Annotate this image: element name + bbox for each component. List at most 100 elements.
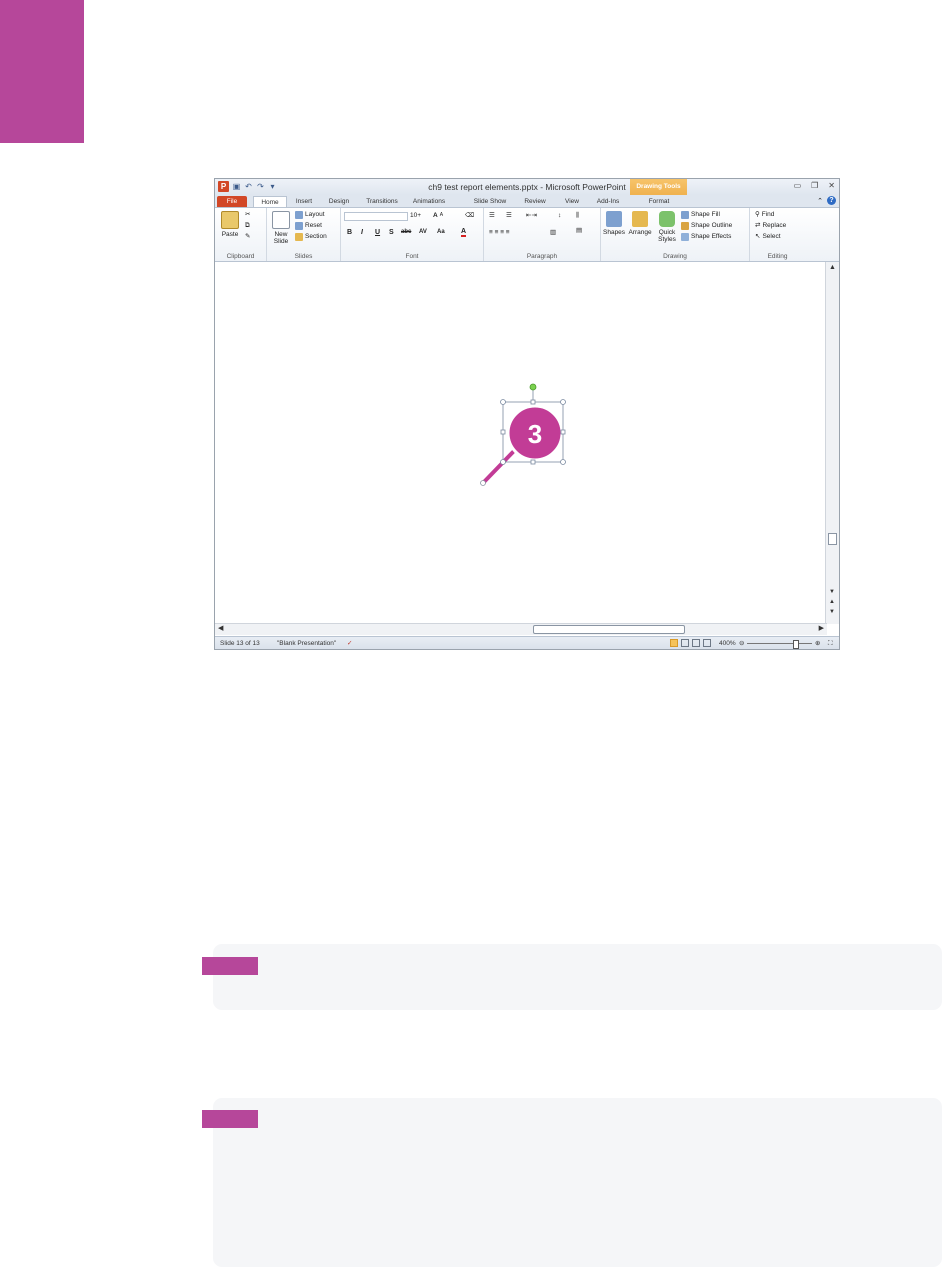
tab-transitions[interactable]: Transitions <box>361 196 403 207</box>
fit-to-window-icon[interactable]: ⛶ <box>828 637 833 649</box>
tab-file[interactable]: File <box>217 196 247 207</box>
font-color-button[interactable]: A <box>461 228 467 237</box>
tab-slide-show[interactable]: Slide Show <box>470 196 510 207</box>
bullets-button[interactable]: ☰ <box>489 211 495 220</box>
next-slide-icon[interactable]: ▼ <box>829 608 835 616</box>
zoom-slider-knob[interactable] <box>793 640 799 649</box>
zoom-level[interactable]: 400% <box>719 637 736 649</box>
bold-button[interactable]: B <box>347 229 352 236</box>
shape-effects-label: Shape Effects <box>691 233 732 240</box>
slide-sorter-view-icon[interactable] <box>681 639 689 647</box>
horizontal-scrollbar[interactable]: ◀ ▶ <box>215 623 827 635</box>
horizontal-scroll-thumb[interactable] <box>533 625 685 634</box>
find-button[interactable]: ⚲ Find <box>755 210 774 219</box>
quick-styles-label: Quick Styles <box>658 229 676 243</box>
reading-view-icon[interactable] <box>692 639 700 647</box>
columns-button[interactable]: ▥ <box>550 228 556 237</box>
zoom-in-icon[interactable]: ⊕ <box>815 637 820 649</box>
shadow-button[interactable]: S <box>389 229 394 236</box>
section-button[interactable]: Section <box>295 232 327 241</box>
tab-review[interactable]: Review <box>520 196 550 207</box>
select-label: Select <box>762 233 781 240</box>
vertical-scrollbar[interactable]: ▲ ▼ ▲ ▼ <box>825 262 839 624</box>
scroll-up-icon[interactable]: ▲ <box>829 264 836 271</box>
close-icon[interactable]: ✕ <box>828 181 835 190</box>
vertical-scroll-thumb[interactable] <box>828 533 837 545</box>
font-name-field[interactable] <box>344 212 408 221</box>
shapes-button[interactable]: Shapes <box>603 211 625 236</box>
resize-handle-n[interactable] <box>530 399 536 405</box>
indent-buttons[interactable]: ⇤⇥ <box>526 211 537 220</box>
change-case-button[interactable]: Aa <box>437 229 445 235</box>
reset-button[interactable]: Reset <box>295 221 322 230</box>
select-button[interactable]: ↖ Select <box>755 232 781 241</box>
zoom-out-icon[interactable]: ⊖ <box>739 637 744 649</box>
format-painter-button[interactable]: ✎ <box>245 232 250 241</box>
slide-indicator: Slide 13 of 13 <box>220 640 260 647</box>
replace-button[interactable]: ⇄ Replace <box>755 221 786 230</box>
tab-format[interactable]: Format <box>640 196 678 207</box>
strikethrough-button[interactable]: abc <box>401 229 411 235</box>
quick-styles-button[interactable]: Quick Styles <box>655 211 679 243</box>
spell-check-icon[interactable]: ✓ <box>347 637 352 649</box>
help-icon[interactable]: ? <box>827 196 836 205</box>
drawing-group-label: Drawing <box>663 253 687 260</box>
grow-shrink-font-buttons[interactable]: AA <box>433 211 443 220</box>
resize-handle-s[interactable] <box>530 459 536 465</box>
clear-formatting-icon[interactable]: ⌫ <box>465 211 474 220</box>
note-box-1 <box>213 944 942 1010</box>
tab-home[interactable]: Home <box>253 196 287 207</box>
note-box-2 <box>213 1098 942 1267</box>
restore-icon[interactable]: ❐ <box>811 181 818 190</box>
tab-view[interactable]: View <box>560 196 584 207</box>
scroll-right-icon[interactable]: ▶ <box>819 624 824 632</box>
new-slide-button[interactable]: New Slide <box>270 211 292 245</box>
slide-show-view-icon[interactable] <box>703 639 711 647</box>
character-spacing-button[interactable]: AV <box>419 229 427 235</box>
tab-animations[interactable]: Animations <box>408 196 450 207</box>
minimize-ribbon-icon[interactable]: ⌃ <box>817 197 823 205</box>
shape-effects-button[interactable]: Shape Effects <box>681 232 731 241</box>
resize-handle-se[interactable] <box>560 459 566 465</box>
arrange-button[interactable]: Arrange <box>627 211 653 236</box>
align-text-button[interactable]: ▤ <box>576 226 582 235</box>
shapes-label: Shapes <box>603 229 626 236</box>
tab-design[interactable]: Design <box>325 196 353 207</box>
shape-outline-button[interactable]: Shape Outline <box>681 221 732 230</box>
resize-handle-e[interactable] <box>560 429 566 435</box>
new-slide-icon <box>272 211 290 229</box>
italic-button[interactable]: I <box>361 229 363 236</box>
paragraph-group: ☰ ☰ ⇤⇥ ↕ ⫼ ≡ ≡ ≡ ≡ ▥ ▤ Paragraph <box>484 208 601 261</box>
resize-handle-ne[interactable] <box>560 399 566 405</box>
copy-button[interactable]: ⧉ <box>245 221 250 230</box>
previous-slide-icon[interactable]: ▲ <box>829 598 835 606</box>
slide-canvas[interactable]: 3 <box>215 262 827 624</box>
shape-effects-icon <box>681 232 689 241</box>
normal-view-icon[interactable] <box>670 639 678 647</box>
callout-shape-layer: 3 <box>480 383 566 486</box>
resize-handle-w[interactable] <box>500 429 506 435</box>
align-buttons[interactable]: ≡ ≡ ≡ ≡ <box>489 228 510 237</box>
font-size-field[interactable]: 10+ <box>410 212 421 219</box>
ribbon: Paste ✂ ⧉ ✎ Clipboard New Slide Layout R… <box>215 208 839 262</box>
scroll-down-icon[interactable]: ▼ <box>829 588 835 596</box>
tab-insert[interactable]: Insert <box>291 196 317 207</box>
numbering-button[interactable]: ☰ <box>506 211 512 220</box>
underline-button[interactable]: U <box>375 229 380 236</box>
scroll-left-icon[interactable]: ◀ <box>218 624 223 632</box>
shape-fill-button[interactable]: Shape Fill <box>681 210 720 219</box>
resize-handle-sw[interactable] <box>500 459 506 465</box>
zoom-slider[interactable] <box>747 640 812 649</box>
minimize-icon[interactable]: ▭ <box>794 181 802 190</box>
title-bar: P ▣ ↶ ↷ ▾ ch9 test report elements.pptx … <box>215 179 839 195</box>
cut-button[interactable]: ✂ <box>245 210 250 219</box>
line-spacing-button[interactable]: ↕ <box>558 211 561 220</box>
rotation-handle[interactable] <box>529 383 537 391</box>
resize-handle-nw[interactable] <box>500 399 506 405</box>
layout-button[interactable]: Layout <box>295 210 325 219</box>
text-direction-button[interactable]: ⫼ <box>576 211 579 220</box>
pointer-handle[interactable] <box>480 480 486 486</box>
paste-button[interactable]: Paste <box>218 211 242 238</box>
tab-add-ins[interactable]: Add-Ins <box>592 196 624 207</box>
theme-name[interactable]: "Blank Presentation" <box>277 637 336 649</box>
